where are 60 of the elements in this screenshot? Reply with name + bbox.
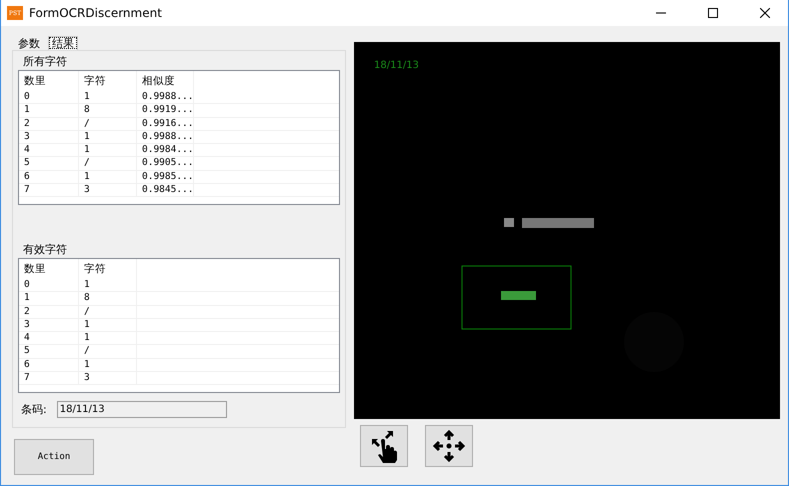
table-cell: 6 bbox=[19, 170, 79, 184]
barcode-label: 条码: bbox=[21, 402, 47, 417]
column-header[interactable]: 相似度 bbox=[137, 71, 194, 91]
table-cell: 2 bbox=[19, 118, 79, 130]
table-cell: 1 bbox=[79, 91, 137, 104]
column-header[interactable]: 字符 bbox=[79, 259, 137, 279]
table-cell: 8 bbox=[79, 104, 137, 117]
table-cell: 1 bbox=[79, 358, 137, 372]
tab[interactable]: 结果 bbox=[48, 36, 78, 50]
column-header[interactable]: 数里 bbox=[19, 259, 79, 279]
table-cell: 3 bbox=[79, 372, 137, 384]
table-cell: 0 bbox=[19, 279, 79, 292]
table-cell: 4 bbox=[19, 144, 79, 156]
table-cell: 0.9988... bbox=[137, 91, 194, 104]
close-icon bbox=[760, 8, 770, 18]
table-cell: 0.9845... bbox=[137, 184, 194, 196]
table-cell: 3 bbox=[19, 130, 79, 144]
table-cell: 4 bbox=[19, 332, 79, 344]
table-cell: 0.9905... bbox=[137, 157, 194, 170]
table-cell: 0.9988... bbox=[137, 130, 194, 144]
table-cell: 1 bbox=[79, 130, 137, 144]
table-cell: 5 bbox=[19, 345, 79, 358]
list-view[interactable]: 数里 字符 0 1 1 8 2 / 3 1 4 1 5 / 6 1 7 3 bbox=[18, 258, 340, 393]
table-cell: 0.9984... bbox=[137, 144, 194, 156]
table-cell: 5 bbox=[19, 157, 79, 170]
table-cell: 7 bbox=[19, 372, 79, 384]
move-arrows-icon bbox=[432, 429, 466, 463]
overlay-text: 18/11/13 bbox=[374, 60, 419, 71]
column-header[interactable]: 数里 bbox=[19, 71, 79, 91]
table-cell: 0.9916... bbox=[137, 118, 194, 130]
maximize-icon bbox=[708, 8, 718, 18]
table-cell: 1 bbox=[19, 292, 79, 305]
table-cell: 7 bbox=[19, 184, 79, 196]
table-cell: 2 bbox=[19, 306, 79, 318]
group-title: 所有字符 bbox=[22, 55, 68, 69]
table-cell: 3 bbox=[19, 318, 79, 332]
table-cell: / bbox=[79, 345, 137, 358]
table-cell: 0.9985... bbox=[137, 170, 194, 184]
table-cell: 3 bbox=[79, 184, 137, 196]
action-button[interactable]: Action bbox=[14, 439, 94, 475]
table-cell: 1 bbox=[79, 332, 137, 344]
table-cell: 1 bbox=[79, 170, 137, 184]
window-title: FormOCRDiscernment bbox=[29, 6, 163, 20]
pan-button[interactable] bbox=[425, 425, 473, 467]
table-cell: 0 bbox=[19, 91, 79, 104]
table-cell: / bbox=[79, 118, 137, 130]
column-header[interactable]: 字符 bbox=[79, 71, 137, 91]
group-title: 有效字符 bbox=[22, 243, 68, 257]
table-cell: / bbox=[79, 157, 137, 170]
table-cell: / bbox=[79, 306, 137, 318]
table-cell: 1 bbox=[79, 279, 137, 292]
table-cell: 1 bbox=[79, 144, 137, 156]
table-cell: 0.9919... bbox=[137, 104, 194, 117]
table-cell: 8 bbox=[79, 292, 137, 305]
table-cell: 1 bbox=[19, 104, 79, 117]
barcode-field[interactable]: 18/11/13 bbox=[56, 401, 227, 418]
table-cell: 1 bbox=[79, 318, 137, 332]
list-view[interactable]: 数里 字符 相似度 0 1 0.9988... 1 8 0.9919... 2 / 0.9916... 3 1 0.9988... 4 1 0.9984... 5 / 0.9905... 6 1 0.9985... 7 3 0.9845... bbox=[18, 70, 340, 205]
table-cell: 6 bbox=[19, 358, 79, 372]
zoom-gesture-button[interactable] bbox=[360, 425, 408, 467]
